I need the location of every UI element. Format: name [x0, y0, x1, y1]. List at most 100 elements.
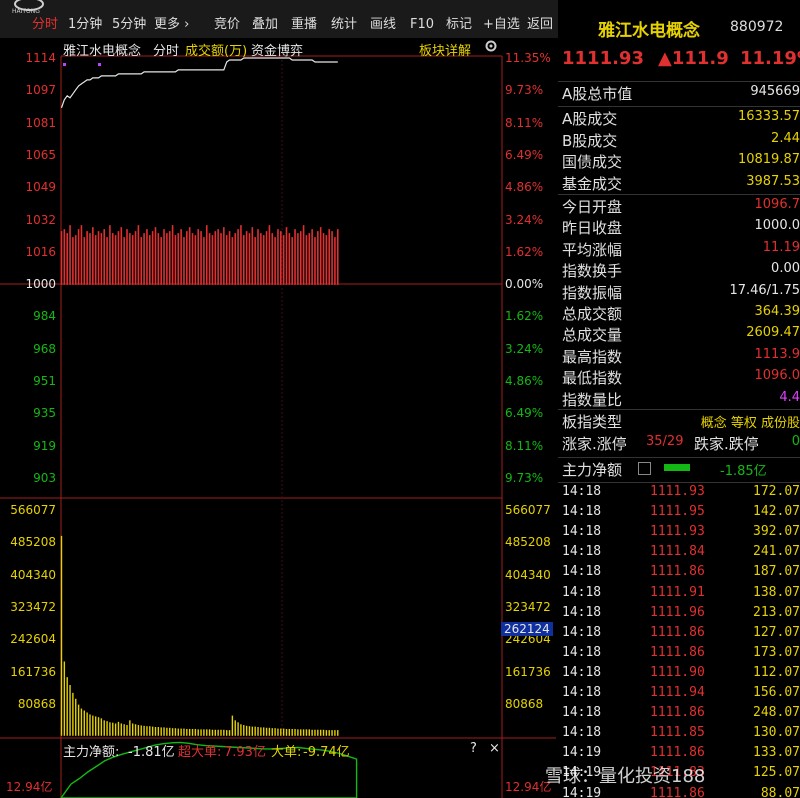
- quote-row-key: 总成交额: [562, 305, 623, 323]
- tick-time: 14:18: [562, 564, 602, 580]
- quote-row-key: 指数换手: [562, 262, 623, 281]
- quote-row: 最高指数 1113.9: [558, 346, 800, 367]
- tick-time: 14:18: [562, 705, 602, 721]
- quote-row-value: 10819.87: [737, 152, 800, 168]
- tick-row: 14:18 1111.93 172.07: [558, 484, 800, 504]
- quote-panel: 雅江水电概念 880972 1111.93 ▲111.9 11.19% A股总市…: [558, 0, 800, 798]
- toolbar-item-2[interactable]: 5分钟: [112, 14, 146, 36]
- quote-row-key: 最高指数: [562, 347, 623, 366]
- tick-volume: 156.07: [753, 685, 800, 700]
- sector-name: 雅江水电概念: [598, 21, 700, 41]
- volume-axis-right-label: 566077: [505, 503, 551, 517]
- decline-label: 跌家.跌停: [694, 435, 759, 453]
- toolbar-item-10[interactable]: 标记: [446, 14, 472, 36]
- tick-volume: 142.07: [753, 504, 800, 520]
- tick-volume: 125.07: [753, 765, 800, 781]
- quote-row-value: 0.00: [771, 261, 800, 277]
- toolbar-item-12[interactable]: 返回: [527, 14, 553, 36]
- tick-row: 14:18 1111.94 156.07: [558, 685, 800, 705]
- quote-row-value: 364.39: [754, 304, 800, 319]
- tick-row: 14:18 1111.86 248.07: [558, 705, 800, 725]
- main-net-value: -1.81亿: [128, 745, 175, 760]
- toolbar-item-11[interactable]: +自选: [483, 14, 520, 36]
- price-axis-right-label: 4.86%: [505, 180, 544, 195]
- sector-code: 880972: [730, 19, 784, 35]
- net-flow-label: 主力净额: [562, 461, 623, 479]
- price-axis-right-label: 4.86%: [505, 374, 544, 388]
- tick-row: 14:18 1111.86 173.07: [558, 645, 800, 665]
- quote-row: 指数换手 0.00: [558, 260, 800, 281]
- toolbar-item-5[interactable]: 叠加: [252, 14, 278, 36]
- toolbar-item-1[interactable]: 1分钟: [68, 14, 102, 36]
- volume-axis-right-label: 161736: [505, 664, 551, 679]
- chart-header: 雅江水电概念 分时 成交额(万) 资金博弈 板块详解: [0, 38, 556, 59]
- quote-row: 基金成交 3987.53: [558, 173, 800, 194]
- net-flow-value: -1.85亿: [720, 464, 767, 479]
- intraday-chart[interactable]: 雅江水电概念 分时 成交额(万) 资金博弈 板块详解 1114 1097 1081 1…: [0, 38, 556, 798]
- large-order-label: 大单:: [271, 745, 302, 760]
- quote-row-key: A股总市值: [562, 85, 633, 103]
- tick-row: 14:18 1111.95 142.07: [558, 504, 800, 524]
- tick-price: 1111.85: [650, 725, 705, 741]
- help-button[interactable]: ?: [470, 741, 477, 756]
- quote-row-key: 今日开盘: [562, 198, 623, 216]
- tick-row: 14:18 1111.86 187.07: [558, 564, 800, 584]
- quote-row: 指数量比 4.4: [558, 389, 800, 410]
- price-axis-right-label: 8.11%: [505, 438, 544, 453]
- volume-axis-left-label: 242604: [10, 632, 56, 647]
- toolbar-item-7[interactable]: 统计: [331, 14, 357, 36]
- toolbar-item-6[interactable]: 重播: [291, 14, 317, 36]
- sector-type-row: 板指类型 概念 等权 成份股: [558, 411, 800, 432]
- flow-axis-left: 12.94亿: [6, 780, 53, 794]
- quote-row: 平均涨幅 11.19: [558, 239, 800, 260]
- quote-row-key: 昨日收盘: [562, 219, 623, 238]
- list-icon[interactable]: [638, 462, 651, 475]
- quote-row-key: 国债成交: [562, 153, 623, 172]
- toolbar-item-0[interactable]: 分时: [32, 14, 58, 36]
- price-axis-left-label: 1016: [25, 244, 56, 259]
- tick-volume: 112.07: [753, 664, 800, 680]
- tick-volume: 241.07: [753, 544, 800, 560]
- sector-type-value: 概念 等权 成份股: [700, 416, 800, 431]
- quote-row-value: 1000.0: [754, 218, 800, 234]
- tick-price: 1111.86: [650, 624, 705, 640]
- volume-axis-left-label: 323472: [10, 599, 56, 614]
- tick-price: 1111.86: [650, 644, 705, 660]
- chart-canvas[interactable]: [0, 38, 556, 798]
- tick-row: 14:18 1111.84 241.07: [558, 544, 800, 564]
- tick-price: 1111.84: [650, 544, 705, 560]
- quote-row: A股成交 16333.57: [558, 108, 800, 129]
- toolbar-item-8[interactable]: 画线: [370, 14, 396, 36]
- price-axis-left-label: 1081: [25, 115, 56, 130]
- tick-price: 1111.86: [650, 745, 705, 761]
- tick-price: 1111.95: [650, 504, 705, 520]
- quote-row: 今日开盘 1096.7: [558, 196, 800, 217]
- toolbar-item-4[interactable]: 竞价: [214, 14, 240, 36]
- capital-game-label[interactable]: 资金博弈: [251, 40, 303, 59]
- sector-detail-link[interactable]: 板块详解: [419, 40, 471, 59]
- sector-type-label: 板指类型: [562, 413, 623, 431]
- volume-unit-label[interactable]: 成交额(万): [185, 40, 247, 59]
- quote-row-value: 2.44: [771, 130, 800, 146]
- tick-time: 14:18: [562, 604, 602, 620]
- chart-mode[interactable]: 分时: [153, 40, 179, 59]
- panel-separator: [558, 457, 800, 458]
- gear-icon[interactable]: [484, 39, 498, 57]
- volume-current-marker: 262124: [501, 622, 553, 636]
- tick-time: 14:18: [562, 544, 602, 560]
- tick-time: 14:18: [562, 644, 602, 660]
- tick-volume: 187.07: [753, 564, 800, 580]
- price-axis-left-label: 1000: [25, 277, 56, 292]
- close-flow-button[interactable]: ×: [489, 741, 500, 756]
- quote-row-value: 2609.47: [746, 325, 800, 341]
- toolbar-item-3[interactable]: 更多 ›: [154, 14, 189, 36]
- toolbar-item-9[interactable]: F10: [410, 14, 434, 36]
- tick-price: 1111.86: [650, 564, 705, 580]
- tick-time: 14:18: [562, 624, 602, 640]
- decline-value: 0: [791, 434, 800, 449]
- quote-row-key: 指数量比: [562, 390, 623, 409]
- quote-row-value: 1113.9: [754, 346, 800, 362]
- tick-volume: 173.07: [753, 644, 800, 660]
- price-axis-right-label: 1.62%: [505, 244, 544, 259]
- tick-price: 1111.86: [650, 705, 705, 721]
